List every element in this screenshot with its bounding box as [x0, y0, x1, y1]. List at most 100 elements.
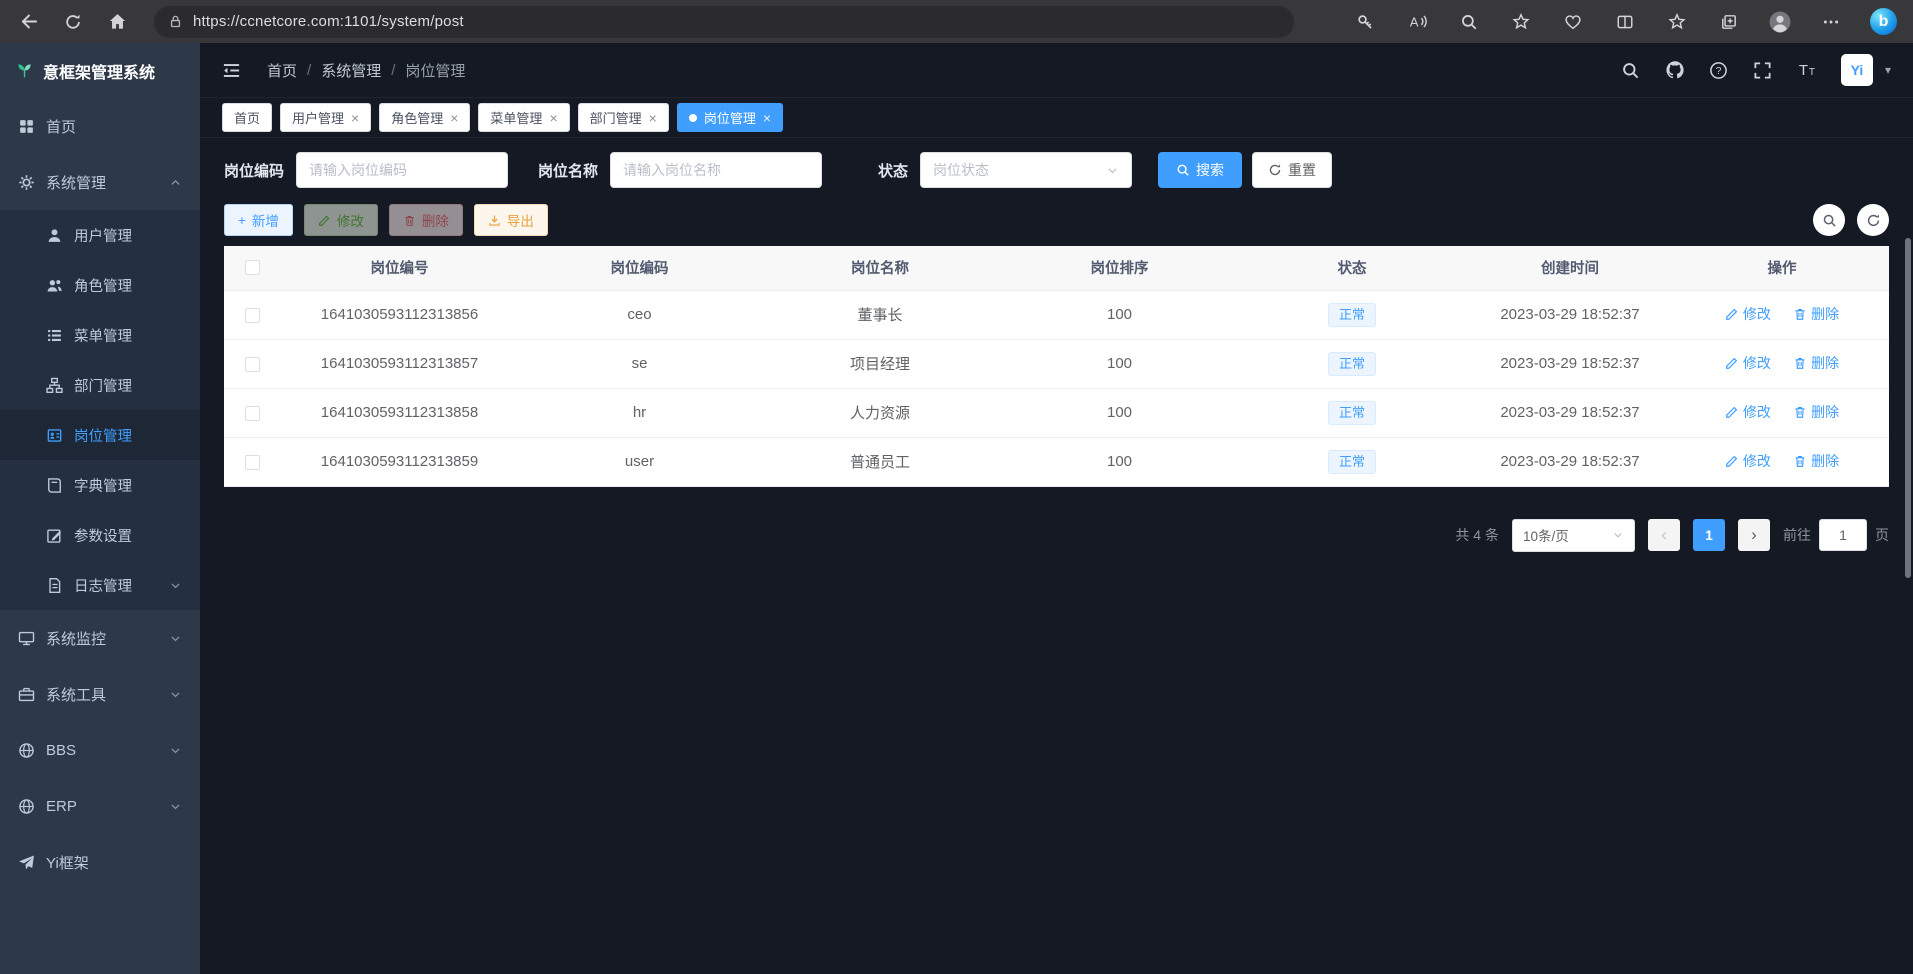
- row-checkbox[interactable]: [245, 357, 260, 372]
- breadcrumb-home[interactable]: 首页: [267, 60, 297, 81]
- table-row: 1641030593112313857 se 项目经理 100 正常 2023-…: [224, 339, 1889, 388]
- select-all-checkbox[interactable]: [245, 260, 260, 275]
- refresh-table-icon[interactable]: [1857, 204, 1889, 236]
- collections-icon[interactable]: [1716, 9, 1742, 35]
- close-icon[interactable]: ×: [763, 111, 771, 125]
- row-delete-link[interactable]: 删除: [1793, 304, 1839, 324]
- row-checkbox[interactable]: [245, 308, 260, 323]
- post-name-input[interactable]: [610, 152, 822, 188]
- url-text[interactable]: https://ccnetcore.com:1101/system/post: [193, 13, 464, 30]
- zoom-icon[interactable]: [1456, 9, 1482, 35]
- font-size-icon[interactable]: [1797, 60, 1817, 80]
- post-name-label: 岗位名称: [538, 160, 598, 181]
- post-code-input[interactable]: [296, 152, 508, 188]
- post-id-cell: 1641030593112313857: [280, 339, 519, 388]
- goto-page-input[interactable]: [1819, 519, 1867, 551]
- split-screen-icon[interactable]: [1612, 9, 1638, 35]
- sidebar-item-system-management[interactable]: 系统管理: [0, 154, 200, 210]
- reload-icon[interactable]: [60, 9, 86, 35]
- tab-home[interactable]: 首页: [222, 103, 272, 132]
- row-edit-link[interactable]: 修改: [1725, 451, 1771, 471]
- status-badge: 正常: [1328, 303, 1376, 327]
- home-icon[interactable]: [104, 9, 130, 35]
- row-edit-link[interactable]: 修改: [1725, 304, 1771, 324]
- page-1-button[interactable]: 1: [1693, 519, 1725, 551]
- back-icon[interactable]: [16, 9, 42, 35]
- export-button[interactable]: 导出: [474, 204, 548, 236]
- row-edit-link[interactable]: 修改: [1725, 402, 1771, 422]
- page-size-select[interactable]: 10条/页: [1512, 519, 1635, 552]
- row-checkbox[interactable]: [245, 406, 260, 421]
- tab-dept-management[interactable]: 部门管理 ×: [578, 103, 669, 132]
- avatar-caret-icon[interactable]: ▾: [1885, 63, 1891, 77]
- sidebar-item-dept-management[interactable]: 部门管理: [0, 360, 200, 410]
- status-badge: 正常: [1328, 401, 1376, 425]
- row-checkbox[interactable]: [245, 455, 260, 470]
- reset-button[interactable]: 重置: [1252, 152, 1332, 188]
- close-icon[interactable]: ×: [351, 111, 359, 125]
- sidebar-item-system-monitor[interactable]: 系统监控: [0, 610, 200, 666]
- created-cell: 2023-03-29 18:52:37: [1465, 290, 1675, 339]
- sidebar-item-yi-framework[interactable]: Yi框架: [0, 834, 200, 890]
- search-icon[interactable]: [1621, 60, 1641, 80]
- tab-post-management[interactable]: 岗位管理 ×: [677, 103, 783, 132]
- status-select[interactable]: 岗位状态: [920, 152, 1132, 188]
- site-info-icon[interactable]: [168, 14, 183, 29]
- tab-user-management[interactable]: 用户管理 ×: [280, 103, 371, 132]
- profile-avatar-icon[interactable]: [1768, 10, 1792, 34]
- vertical-scrollbar[interactable]: [1905, 238, 1911, 578]
- fullscreen-icon[interactable]: [1753, 60, 1773, 80]
- sidebar-item-user-management[interactable]: 用户管理: [0, 210, 200, 260]
- pencil-icon: [1725, 307, 1739, 321]
- sidebar-item-log-management[interactable]: 日志管理: [0, 560, 200, 610]
- tab-role-management[interactable]: 角色管理 ×: [379, 103, 470, 132]
- prev-page-button[interactable]: ‹: [1648, 519, 1680, 551]
- github-icon[interactable]: [1665, 60, 1685, 80]
- settings-menu-icon[interactable]: [1818, 9, 1844, 35]
- sidebar-item-menu-management[interactable]: 菜单管理: [0, 310, 200, 360]
- table-row: 1641030593112313859 user 普通员工 100 正常 202…: [224, 437, 1889, 486]
- sidebar-item-param-settings[interactable]: 参数设置: [0, 510, 200, 560]
- close-icon[interactable]: ×: [549, 111, 557, 125]
- essentials-icon[interactable]: [1560, 9, 1586, 35]
- show-search-icon[interactable]: [1813, 204, 1845, 236]
- row-delete-link[interactable]: 删除: [1793, 353, 1839, 373]
- sidebar-item-system-tools[interactable]: 系统工具: [0, 666, 200, 722]
- user-avatar[interactable]: Yi: [1841, 54, 1873, 86]
- app-logo[interactable]: 意框架管理系统: [0, 43, 200, 98]
- breadcrumb-system[interactable]: 系统管理: [321, 60, 381, 81]
- tab-menu-management[interactable]: 菜单管理 ×: [478, 103, 569, 132]
- read-aloud-icon[interactable]: [1404, 9, 1430, 35]
- sidebar-item-role-management[interactable]: 角色管理: [0, 260, 200, 310]
- delete-button[interactable]: 删除: [389, 204, 463, 236]
- row-delete-link[interactable]: 删除: [1793, 402, 1839, 422]
- user-icon: [46, 227, 63, 244]
- edit-button[interactable]: 修改: [304, 204, 378, 236]
- row-edit-link[interactable]: 修改: [1725, 353, 1771, 373]
- bing-icon[interactable]: b: [1870, 8, 1897, 35]
- sidebar-item-erp[interactable]: ERP: [0, 778, 200, 834]
- close-icon[interactable]: ×: [649, 111, 657, 125]
- address-bar[interactable]: https://ccnetcore.com:1101/system/post: [154, 6, 1294, 38]
- sidebar-item-dict-management[interactable]: 字典管理: [0, 460, 200, 510]
- sidebar-item-bbs[interactable]: BBS: [0, 722, 200, 778]
- users-icon: [46, 277, 63, 294]
- search-button[interactable]: 搜索: [1158, 152, 1242, 188]
- sidebar-toggle-icon[interactable]: [222, 61, 241, 80]
- add-button[interactable]: + 新增: [224, 204, 293, 236]
- post-code-cell: hr: [519, 388, 760, 437]
- table-tools: [1813, 204, 1889, 236]
- key-icon[interactable]: [1352, 9, 1378, 35]
- sidebar-item-home[interactable]: 首页: [0, 98, 200, 154]
- col-status: 状态: [1239, 246, 1465, 290]
- favorites-icon[interactable]: [1508, 9, 1534, 35]
- help-icon[interactable]: [1709, 60, 1729, 80]
- trash-icon: [1793, 454, 1807, 468]
- close-icon[interactable]: ×: [450, 111, 458, 125]
- row-delete-link[interactable]: 删除: [1793, 451, 1839, 471]
- favorites-bar-icon[interactable]: [1664, 9, 1690, 35]
- next-page-button[interactable]: ›: [1738, 519, 1770, 551]
- sidebar-item-post-management[interactable]: 岗位管理: [0, 410, 200, 460]
- download-icon: [488, 214, 501, 227]
- post-id-cell: 1641030593112313858: [280, 388, 519, 437]
